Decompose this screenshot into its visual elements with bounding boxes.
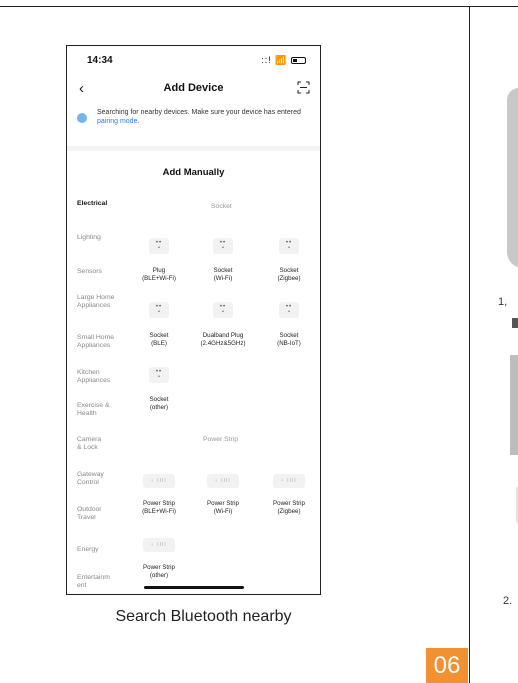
power-strip-icon: ◦ ∷∷ [273,474,305,488]
socket-icon: •• • [213,238,233,254]
socket-icon: •• • [279,238,299,254]
column-divider [469,6,470,683]
power-strip-icon: ◦ ∷∷ [143,538,175,552]
socket-icon: •• • [149,367,169,383]
page-number: 06 [426,648,468,683]
hand-photo [507,88,518,268]
phone-screenshot: 14:34 ::! 📶 ‹ Add Device Searching for n… [66,45,321,595]
page-title: Add Device [163,82,224,94]
category-energy[interactable]: Energy [77,546,125,554]
device-label: Plug (BLE+Wi-Fi) [142,267,176,282]
top-rule [0,6,518,7]
category-kitchen-appliances[interactable]: Kitchen Appliances [77,369,117,385]
section-separator [67,146,320,151]
socket-icon: •• • [279,302,299,318]
nav-bar: ‹ Add Device [67,78,320,102]
power-strip-icon: ◦ ∷∷ [143,474,175,488]
battery-icon [291,57,306,65]
banner-message: Searching for nearby devices. Make sure … [97,109,301,116]
category-small-home-appliances[interactable]: Small Home Appliances [77,334,121,350]
category-entertainment[interactable]: Entertainm ent [77,574,113,590]
device-photo [510,355,518,455]
power-strip-icon: ◦ ∷∷ [207,474,239,488]
socket-icon: •• • [213,302,233,318]
category-sensors[interactable]: Sensors [77,268,125,276]
figure-caption: Search Bluetooth nearby [115,608,292,625]
right-column-cropped: 1, 2. [472,0,518,683]
category-camera-lock[interactable]: Camera & Lock [77,436,107,452]
search-status-text: Searching for nearby devices. Make sure … [97,108,309,126]
step-1-label: 1, [498,296,508,308]
step-2-label: 2. [503,595,513,607]
section-power-strip-heading: Power Strip [203,436,239,443]
socket-icon: •• • [149,238,169,254]
device-label: Socket (BLE) [149,332,169,347]
device-label: Dualband Plug (2.4GHz&5GHz) [200,332,246,347]
socket-icon: •• • [149,302,169,318]
device-label: Power Strip (BLE+Wi-Fi) [142,500,176,515]
scan-icon[interactable] [297,81,310,94]
category-electrical[interactable]: Electrical [77,200,125,208]
loading-icon [77,113,87,123]
category-exercise-health[interactable]: Exercise & Health [77,402,111,418]
device-label: Power Strip (Zigbee) [273,500,305,515]
pairing-mode-link[interactable]: pairing mode. [97,118,139,125]
status-time: 14:34 [87,55,113,66]
status-bar: 14:34 ::! 📶 [67,46,320,74]
manual-page: 14:34 ::! 📶 ‹ Add Device Searching for n… [0,0,518,683]
category-lighting[interactable]: Lighting [77,234,125,242]
status-icons: ::! 📶 [261,55,306,66]
add-manually-heading: Add Manually [162,167,225,178]
device-label: Power Strip (other) [143,564,175,579]
category-large-home-appliances[interactable]: Large Home Appliances [77,294,117,310]
category-outdoor-travel[interactable]: Outdoor Travel [77,506,109,522]
wifi-icon: 📶 [275,55,288,65]
device-label: Socket (Wi-Fi) [213,267,233,282]
device-label: Socket (NB-IoT) [277,332,301,347]
device-label: Socket (other) [149,396,169,411]
signal-icon: ::! [261,55,272,65]
home-indicator [144,586,244,589]
category-gateway-control[interactable]: Gateway Control [77,471,109,487]
section-socket-heading: Socket [211,203,232,210]
step-1-text-fragment [512,318,518,328]
search-banner: Searching for nearby devices. Make sure … [77,108,310,138]
device-label: Power Strip (Wi-Fi) [207,500,239,515]
device-label: Socket (Zigbee) [277,267,301,282]
